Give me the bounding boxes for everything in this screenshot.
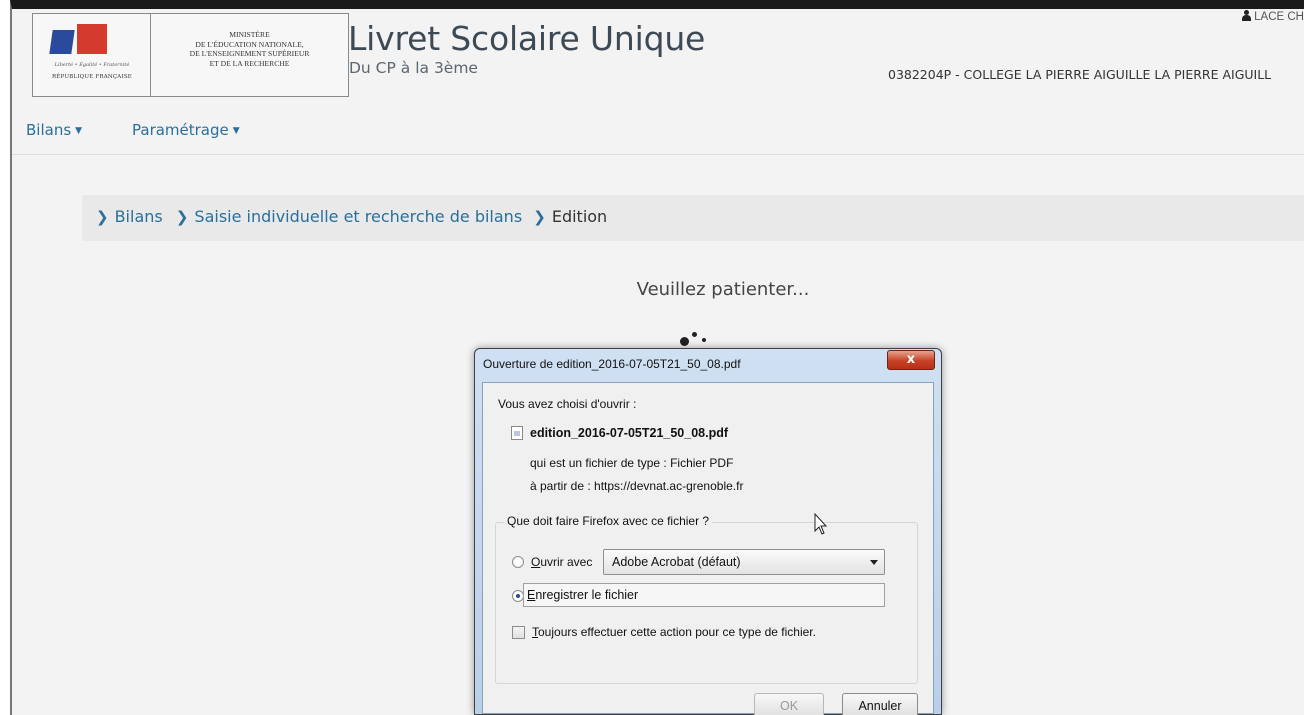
nav-item-parametrage[interactable]: Paramétrage ▼ (132, 121, 240, 139)
intro-text: Vous avez choisi d'ouvrir : (498, 397, 637, 411)
chevron-right-icon: ❯ (175, 208, 189, 226)
action-question: Que doit faire Firefox avec ce fichier ? (504, 514, 713, 528)
always-do-label: Toujours effectuer cette action pour ce … (532, 625, 816, 639)
always-do-checkbox[interactable] (512, 626, 525, 639)
user-menu[interactable]: LACE CH (1242, 10, 1304, 23)
close-icon: x (906, 352, 916, 367)
save-file-label[interactable]: Enregistrer le fichier (523, 583, 885, 607)
pdf-file-icon (511, 426, 523, 440)
breadcrumb: ❯ Bilans ❯ Saisie individuelle et recherch… (82, 195, 1304, 241)
main-nav: Bilans ▼ Paramétrage ▼ (12, 109, 1304, 155)
open-with-label: Ouvrir avec (531, 555, 593, 569)
caret-down-icon: ▼ (232, 126, 240, 136)
chevron-right-icon: ❯ (533, 208, 546, 226)
open-with-radio[interactable] (512, 556, 524, 568)
caret-down-icon: ▼ (75, 126, 83, 136)
republic-label: RÉPUBLIQUE FRANÇAISE (51, 74, 133, 80)
breadcrumb-saisie[interactable]: Saisie individuelle et recherche de bila… (194, 207, 522, 226)
open-with-select[interactable]: Adobe Acrobat (défaut) (603, 549, 885, 575)
loading-message: Veuillez patienter... (636, 279, 810, 300)
school-name: 0382204P - COLLEGE LA PIERRE AIGUILLE LA… (888, 67, 1272, 82)
cancel-button[interactable]: Annuler (842, 693, 918, 715)
dialog-body: Vous avez choisi d'ouvrir : edition_2016… (482, 382, 934, 715)
nav-item-bilans[interactable]: Bilans ▼ (26, 121, 82, 139)
file-name: edition_2016-07-05T21_50_08.pdf (530, 426, 729, 440)
dropdown-arrow-icon (870, 560, 878, 565)
open-with-app: Adobe Acrobat (défaut) (612, 555, 741, 569)
breadcrumb-current: Edition (551, 207, 608, 226)
app-title: Livret Scolaire Unique (348, 19, 706, 58)
file-type: qui est un fichier de type : Fichier PDF (530, 456, 734, 470)
motto: Liberté • Égalité • Fraternité (54, 62, 130, 68)
site-header: Liberté • Égalité • Fraternité RÉPUBLIQU… (12, 9, 1304, 101)
file-open-dialog: Ouverture de edition_2016-07-05T21_50_08… (474, 348, 942, 715)
user-name: LACE CH (1254, 11, 1304, 23)
ministry-logo: Liberté • Égalité • Fraternité RÉPUBLIQU… (32, 13, 349, 97)
action-group: Que doit faire Firefox avec ce fichier ?… (495, 514, 918, 684)
user-icon (1242, 10, 1252, 21)
file-source: à partir de : https://devnat.ac-grenoble… (530, 479, 744, 493)
chevron-right-icon: ❯ (96, 208, 109, 226)
republic-logo: Liberté • Égalité • Fraternité RÉPUBLIQU… (33, 14, 151, 96)
dialog-title: Ouverture de edition_2016-07-05T21_50_08… (483, 357, 741, 371)
breadcrumb-bilans[interactable]: Bilans (115, 207, 163, 226)
mouse-cursor-icon (814, 513, 828, 535)
ministry-name: MINISTÈRE DE L'ÉDUCATION NATIONALE, DE L… (189, 30, 310, 68)
marianne-flag-icon (49, 24, 107, 54)
ok-button[interactable]: OK (754, 693, 824, 715)
app-subtitle: Du CP à la 3ème (349, 59, 478, 77)
close-button[interactable]: x (887, 350, 935, 370)
